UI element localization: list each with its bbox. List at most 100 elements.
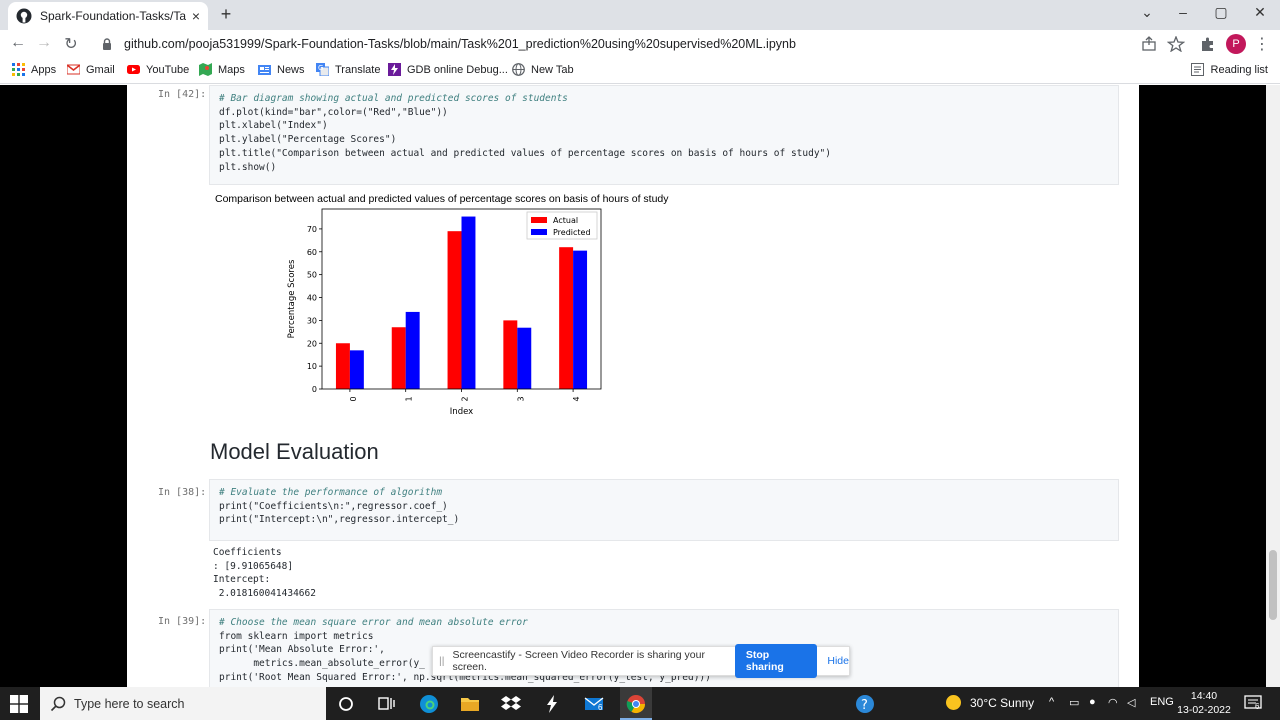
gdb-icon [388, 63, 401, 76]
bookmark-maps[interactable]: Maps [199, 63, 245, 76]
bookmark-new-tab[interactable]: New Tab [512, 63, 574, 76]
microphone-icon[interactable]: ● [1089, 696, 1096, 708]
code-comment: # Choose the mean square error and mean … [219, 617, 528, 628]
reload-button[interactable]: ↻ [61, 34, 81, 54]
bookmark-translate[interactable]: G Translate [316, 63, 380, 76]
mail-app[interactable]: 6 [583, 693, 605, 715]
svg-text:G: G [318, 64, 323, 72]
y-tick-label: 10 [307, 362, 317, 371]
tab-strip: Spark-Foundation-Tasks/Task 1_p × + ⌄ – … [0, 0, 1280, 30]
file-explorer-icon[interactable] [459, 693, 481, 715]
bar-actual-2 [447, 231, 462, 389]
code-cell-bar-plot[interactable]: # Bar diagram showing actual and predict… [209, 85, 1119, 185]
code-line: print('Mean Absolute Error:', [219, 644, 385, 656]
tab-title: Spark-Foundation-Tasks/Task 1_p [40, 9, 186, 23]
bookmark-star-icon[interactable] [1167, 36, 1185, 52]
notification-center[interactable]: 6 [1244, 695, 1262, 711]
legend-swatch [531, 229, 547, 235]
youtube-icon [127, 65, 140, 74]
volume-icon[interactable]: ◁ [1127, 696, 1135, 709]
search-icon [50, 696, 66, 711]
search-placeholder: Type here to search [74, 696, 185, 711]
notebook-page: In [42]: # Bar diagram showing actual an… [127, 85, 1139, 687]
scrollbar-thumb[interactable] [1269, 550, 1277, 620]
x-axis-label: Index [450, 407, 473, 417]
dropbox-icon[interactable] [500, 693, 522, 715]
maximize-button[interactable]: ▢ [1206, 4, 1236, 21]
tab-close-icon[interactable]: × [192, 8, 200, 24]
language-indicator[interactable]: ENG [1150, 696, 1174, 708]
task-view-icon[interactable] [375, 693, 397, 715]
reading-list-icon [1190, 63, 1204, 76]
address-bar[interactable]: github.com/pooja531999/Spark-Foundation-… [92, 32, 1132, 56]
bookmark-youtube[interactable]: YouTube [127, 63, 189, 76]
new-tab-button[interactable]: + [216, 4, 236, 25]
extensions-puzzle-icon[interactable] [1199, 36, 1217, 52]
chrome-menu-icon[interactable]: ⋮ [1252, 34, 1272, 54]
bookmark-gmail[interactable]: Gmail [67, 63, 115, 76]
app-bolt-icon[interactable] [541, 693, 563, 715]
tray-app-icon[interactable]: ▭ [1069, 696, 1079, 709]
tab-search-chevron-icon[interactable]: ⌄ [1132, 4, 1162, 21]
url-text: github.com/pooja531999/Spark-Foundation-… [124, 37, 796, 51]
x-tick-label: 4 [572, 396, 581, 401]
bookmark-news[interactable]: News [258, 63, 305, 76]
weather-text: 30°C Sunny [970, 695, 1035, 710]
wifi-icon[interactable]: ◠ [1108, 696, 1118, 709]
code-line: plt.title("Comparison between actual and… [219, 147, 831, 159]
bar-actual-4 [559, 247, 574, 389]
page-scrollbar[interactable] [1266, 85, 1280, 687]
help-icon[interactable]: ? [854, 693, 876, 715]
chrome-taskbar-button[interactable] [620, 687, 652, 720]
chrome-icon [626, 695, 645, 714]
y-tick-label: 60 [307, 248, 317, 257]
screencastify-sharing-bar: || Screencastify - Screen Video Recorder… [432, 644, 850, 678]
cell-output: Coefficients : [9.91065648] Intercept: 2… [213, 546, 316, 601]
bar-predicted-4 [573, 250, 588, 389]
close-window-button[interactable]: ✕ [1245, 4, 1275, 21]
code-comment: # Evaluate the performance of algorithm [219, 487, 443, 498]
y-tick-label: 70 [307, 225, 317, 234]
forward-button[interactable]: → [34, 34, 54, 52]
tray-chevron-icon[interactable]: ^ [1049, 696, 1054, 708]
bookmarks-bar: Apps Gmail YouTube Maps News G Translate… [0, 58, 1280, 84]
clock[interactable]: 14:40 13-02-2022 [1172, 689, 1236, 717]
windows-start-icon[interactable] [10, 695, 28, 713]
apps-grid-icon [12, 63, 25, 76]
minimize-button[interactable]: – [1168, 4, 1198, 20]
code-line: metrics.mean_absolute_error(y_ [219, 658, 425, 670]
output-line: Intercept: [213, 574, 271, 586]
stop-sharing-button[interactable]: Stop sharing [734, 644, 818, 678]
share-icon[interactable] [1140, 36, 1158, 52]
browser-tab[interactable]: Spark-Foundation-Tasks/Task 1_p × [8, 2, 208, 30]
taskbar-search-box[interactable]: Type here to search [40, 687, 326, 720]
reading-list-button[interactable]: Reading list [1190, 63, 1268, 76]
bookmark-apps[interactable]: Apps [12, 63, 56, 76]
profile-avatar[interactable]: P [1226, 34, 1246, 54]
x-tick-label: 3 [516, 396, 525, 401]
hide-button[interactable]: Hide [827, 655, 849, 667]
bookmark-label: GDB online Debug... [407, 63, 508, 76]
reading-list-label: Reading list [1210, 63, 1268, 76]
y-tick-label: 20 [307, 339, 317, 348]
x-tick-label: 0 [349, 396, 358, 401]
globe-icon [512, 63, 525, 76]
weather-widget[interactable]: 30°C Sunny [946, 695, 1034, 710]
bookmark-gdb[interactable]: GDB online Debug... [388, 63, 508, 76]
bar-actual-3 [503, 320, 518, 389]
clock-date: 13-02-2022 [1177, 704, 1231, 716]
y-tick-label: 0 [312, 385, 317, 394]
edge-browser-icon[interactable] [418, 693, 440, 715]
back-button[interactable]: ← [8, 34, 28, 52]
drag-handle-icon[interactable]: || [439, 655, 444, 667]
cortana-icon[interactable] [335, 693, 357, 715]
y-tick-label: 50 [307, 271, 317, 280]
cell-prompt: In [38]: [158, 487, 207, 498]
mail-badge: 6 [598, 703, 603, 712]
browser-toolbar: ← → ↻ github.com/pooja531999/Spark-Found… [0, 30, 1280, 58]
translate-icon: G [316, 63, 329, 76]
bar-predicted-1 [405, 311, 420, 389]
code-cell-evaluation[interactable]: # Evaluate the performance of algorithm … [209, 479, 1119, 541]
clock-time: 14:40 [1190, 690, 1218, 702]
code-line: print("Intercept:\n",regressor.intercept… [219, 514, 460, 526]
